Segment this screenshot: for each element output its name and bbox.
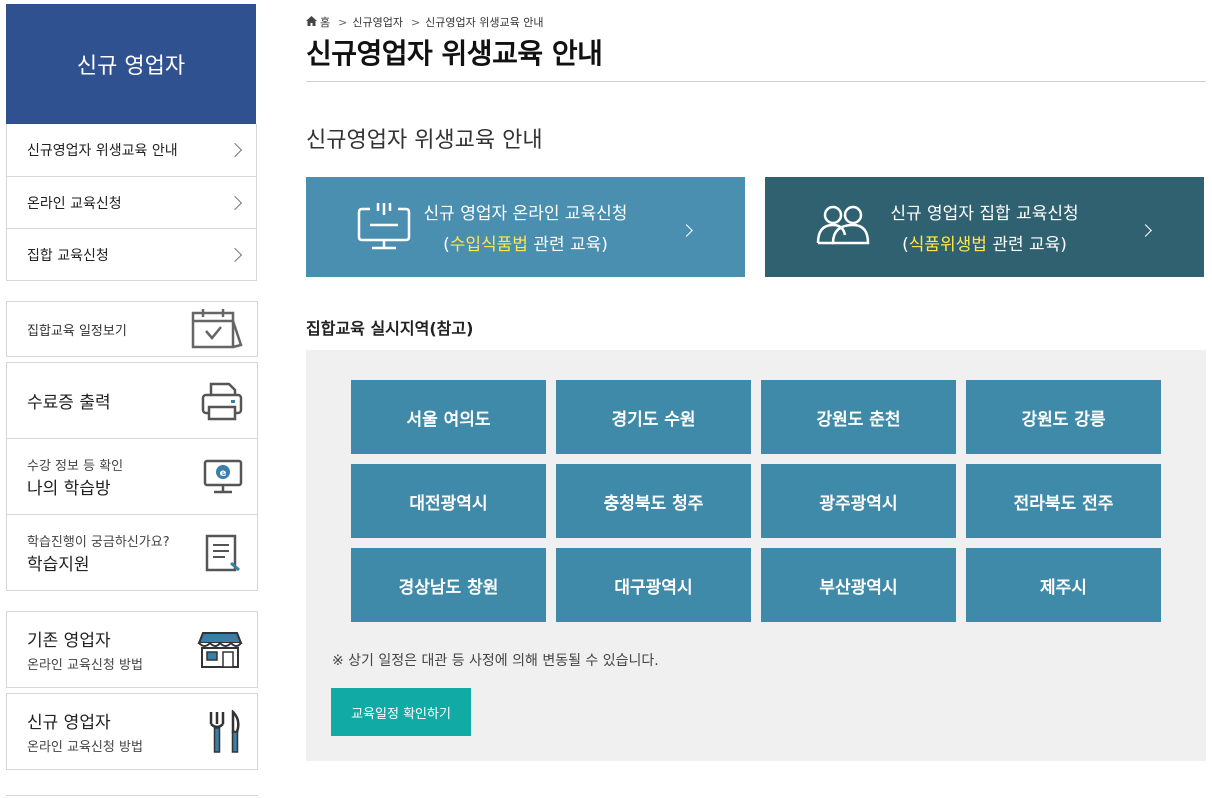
my-study-room-card[interactable]: 수강 정보 등 확인 나의 학습방 e — [6, 438, 258, 515]
online-apply-subtitle: (수입식품법 관련 교육) — [443, 235, 608, 255]
sidebar-item-online-apply[interactable]: 온라인 교육신청 — [7, 176, 256, 228]
chevron-right-icon — [227, 195, 243, 210]
new-business-caption: 온라인 교육신청 방법 — [27, 740, 143, 755]
region-grid: 서울 여의도 경기도 수원 강원도 춘천 강원도 강릉 대전광역시 충청북도 청… — [351, 380, 1161, 622]
region-button[interactable]: 경상남도 창원 — [351, 548, 546, 622]
breadcrumb: 홈 > 신규영업자 > 신규영업자 위생교육 안내 — [306, 14, 543, 30]
schedule-view-card[interactable]: 집합교육 일정보기 — [6, 301, 258, 357]
document-pen-icon — [203, 533, 243, 573]
sidebar-item-label: 신규영업자 위생교육 안내 — [27, 143, 178, 159]
breadcrumb-level2[interactable]: 신규영업자 위생교육 안내 — [425, 14, 543, 30]
region-button[interactable]: 서울 여의도 — [351, 380, 546, 454]
region-section-title: 집합교육 실시지역(참고) — [306, 319, 474, 338]
fork-knife-icon — [207, 709, 243, 754]
sidebar-title: 신규 영업자 — [6, 4, 256, 124]
sidebar-item-label: 집합 교육신청 — [27, 247, 109, 264]
sidebar-item-label: 온라인 교육신청 — [27, 195, 122, 212]
schedule-notice: ※ 상기 일정은 대관 등 사정에 의해 변동될 수 있습니다. — [332, 653, 659, 669]
certificate-print-label: 수료증 출력 — [27, 393, 111, 413]
new-business-label: 신규 영업자 — [27, 713, 111, 733]
sidebar-item-group-apply[interactable]: 집합 교육신청 — [7, 228, 256, 280]
region-button[interactable]: 강원도 강릉 — [966, 380, 1161, 454]
title-divider — [306, 81, 1206, 82]
group-apply-title: 신규 영업자 집합 교육신청 — [890, 204, 1079, 224]
schedule-view-label: 집합교육 일정보기 — [27, 323, 127, 339]
storefront-icon — [197, 631, 243, 669]
calendar-check-icon — [191, 309, 243, 349]
online-apply-button[interactable]: 신규 영업자 온라인 교육신청 (수입식품법 관련 교육) — [306, 177, 745, 277]
existing-business-label: 기존 영업자 — [27, 631, 111, 651]
group-apply-button[interactable]: 신규 영업자 집합 교육신청 (식품위생법 관련 교육) — [765, 177, 1204, 277]
sidebar-divider — [6, 795, 258, 796]
new-business-card[interactable]: 신규 영업자 온라인 교육신청 방법 — [6, 693, 258, 770]
region-button[interactable]: 대구광역시 — [556, 548, 751, 622]
my-study-room-caption: 수강 정보 등 확인 — [27, 458, 124, 474]
existing-business-caption: 온라인 교육신청 방법 — [27, 658, 143, 673]
region-button[interactable]: 전라북도 전주 — [966, 464, 1161, 538]
existing-business-card[interactable]: 기존 영업자 온라인 교육신청 방법 — [6, 611, 258, 688]
breadcrumb-separator-icon: > — [338, 15, 348, 29]
sidebar-item-hygiene-guide[interactable]: 신규영업자 위생교육 안내 — [7, 124, 256, 176]
breadcrumb-level1[interactable]: 신규영업자 — [352, 14, 403, 30]
learning-support-card[interactable]: 학습진행이 궁금하신가요? 학습지원 — [6, 514, 258, 591]
region-button[interactable]: 대전광역시 — [351, 464, 546, 538]
section-title: 신규영업자 위생교육 안내 — [306, 128, 543, 153]
home-icon[interactable] — [306, 15, 317, 29]
region-button[interactable]: 충청북도 청주 — [556, 464, 751, 538]
chevron-right-icon — [227, 142, 243, 158]
group-apply-subtitle: (식품위생법 관련 교육) — [902, 235, 1067, 255]
breadcrumb-separator-icon: > — [410, 15, 421, 29]
group-apply-law: 식품위생법 — [908, 235, 987, 255]
region-button[interactable]: 강원도 춘천 — [761, 380, 956, 454]
learning-support-caption: 학습진행이 궁금하신가요? — [27, 534, 170, 550]
monitor-e-icon: e — [203, 458, 243, 496]
region-button[interactable]: 경기도 수원 — [556, 380, 751, 454]
region-button[interactable]: 제주시 — [966, 548, 1161, 622]
page-title: 신규영업자 위생교육 안내 — [306, 37, 603, 70]
learning-support-label: 학습지원 — [27, 554, 90, 575]
check-schedule-button[interactable]: 교육일정 확인하기 — [331, 688, 471, 736]
online-apply-title: 신규 영업자 온라인 교육신청 — [423, 204, 628, 224]
chevron-right-icon — [227, 247, 243, 262]
region-button[interactable]: 광주광역시 — [761, 464, 956, 538]
sidebar: 신규 영업자 신규영업자 위생교육 안내 온라인 교육신청 집합 교육신청 집합… — [6, 4, 258, 796]
printer-icon — [201, 381, 243, 421]
region-button[interactable]: 부산광역시 — [761, 548, 956, 622]
svg-text:e: e — [220, 468, 227, 479]
online-apply-law: 수입식품법 — [449, 235, 528, 255]
my-study-room-label: 나의 학습방 — [27, 478, 111, 499]
region-panel: 서울 여의도 경기도 수원 강원도 춘천 강원도 강릉 대전광역시 충청북도 청… — [306, 350, 1206, 761]
certificate-print-card[interactable]: 수료증 출력 — [6, 362, 258, 439]
sidebar-menu: 신규영업자 위생교육 안내 온라인 교육신청 집합 교육신청 — [6, 124, 257, 281]
breadcrumb-home[interactable]: 홈 — [320, 14, 330, 30]
